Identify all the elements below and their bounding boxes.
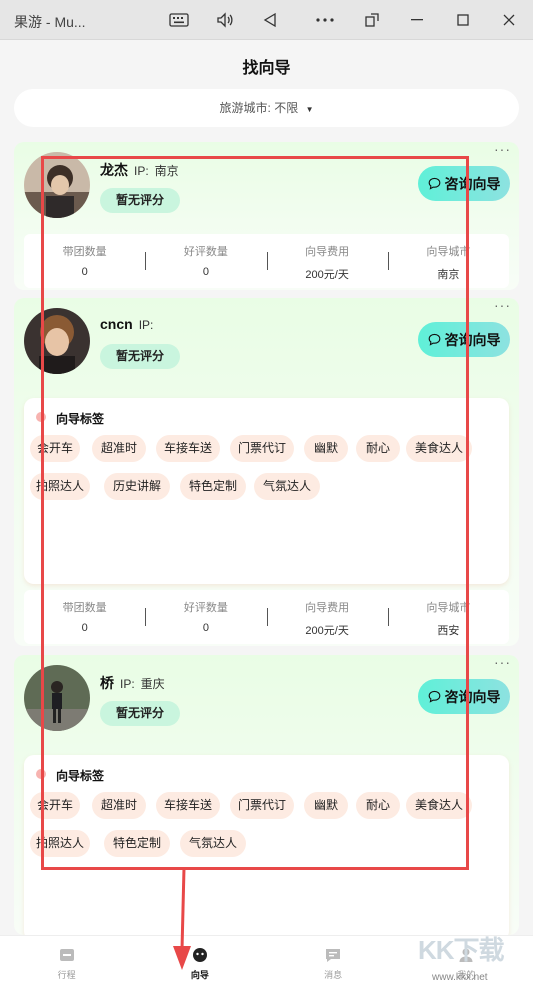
window-title: 果游 - Mu... (14, 14, 86, 30)
tab-label: 消息 (324, 970, 343, 980)
message-icon (326, 949, 341, 962)
minimize-icon[interactable] (406, 9, 428, 31)
maximize-icon[interactable] (452, 9, 474, 31)
keyboard-icon[interactable] (168, 9, 190, 31)
watermark-url: www.kkx.net (432, 972, 488, 983)
caret-down-icon: ▼ (305, 105, 314, 114)
screen-rotate-icon[interactable] (361, 9, 383, 31)
page-title: 找向导 (242, 60, 291, 77)
annotation-arrow-icon (173, 868, 191, 970)
more-icon[interactable] (314, 9, 336, 31)
city-filter-select[interactable]: 旅游城市: 不限 ▼ (14, 89, 519, 127)
tab-label: 行程 (57, 970, 76, 980)
itinerary-icon (59, 949, 74, 961)
tab-messages[interactable]: 消息 (267, 936, 400, 988)
tab-guide[interactable]: 向导 (133, 936, 266, 988)
close-icon[interactable] (498, 9, 520, 31)
city-filter-value: 不限 (274, 101, 299, 115)
city-filter-label: 旅游城市: (219, 101, 271, 115)
more-options-icon[interactable]: ··· (494, 655, 511, 669)
highlight-annotation-box (41, 156, 469, 870)
tab-itinerary[interactable]: 行程 (0, 936, 133, 988)
more-options-icon[interactable]: ··· (494, 298, 511, 312)
back-icon[interactable] (259, 9, 281, 31)
volume-icon[interactable] (214, 9, 236, 31)
more-options-icon[interactable]: ··· (494, 142, 511, 156)
window-titlebar: 果游 - Mu... (0, 0, 533, 40)
watermark-logo: KK下载 (418, 935, 505, 965)
